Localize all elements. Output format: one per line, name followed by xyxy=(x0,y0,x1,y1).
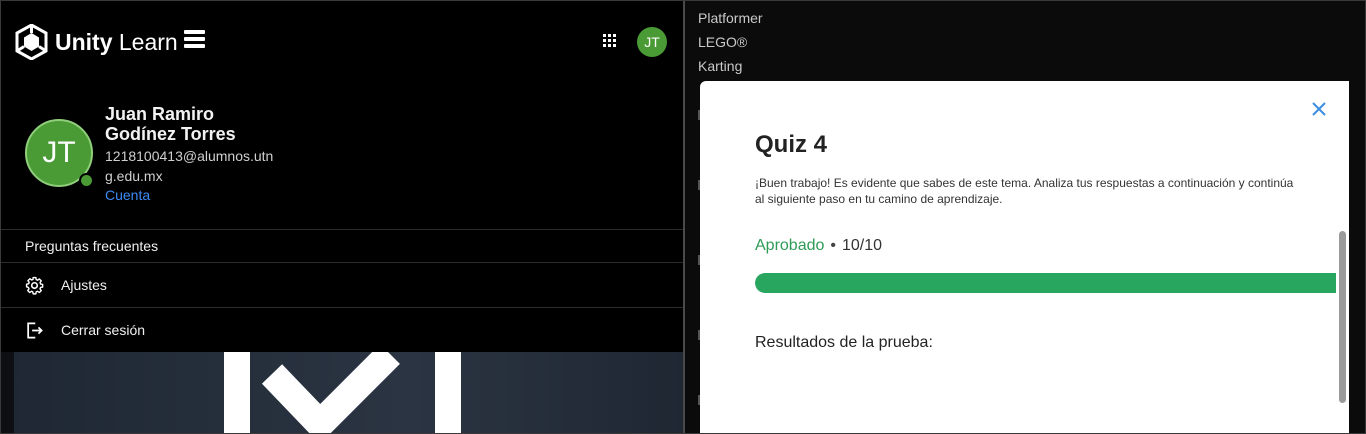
hamburger-icon[interactable] xyxy=(184,30,205,48)
profile-name: Juan Ramiro Godínez Torres xyxy=(105,104,236,144)
account-link[interactable]: Cuenta xyxy=(105,186,150,204)
menu-item-faq[interactable]: Preguntas frecuentes xyxy=(0,229,683,263)
faq-label: Preguntas frecuentes xyxy=(25,238,159,254)
scrollbar-thumb[interactable] xyxy=(1339,231,1346,403)
menu-item-settings[interactable]: Ajustes xyxy=(0,262,683,308)
brand-bold: Unity xyxy=(55,29,113,55)
profile-email: 1218100413@alumnos.utng.edu.mx xyxy=(105,148,274,184)
gear-icon xyxy=(25,276,44,295)
online-status-dot xyxy=(79,173,94,188)
logout-icon xyxy=(27,322,43,339)
quiz-message: ¡Buen trabajo! Es evidente que sabes de … xyxy=(755,176,1294,206)
quiz-title: Quiz 4 xyxy=(755,131,828,158)
nav-item-platformer[interactable]: Platformer xyxy=(698,10,763,26)
top-bar: Unity Learn JT xyxy=(0,0,683,82)
brand-title[interactable]: Unity Learn xyxy=(55,28,178,56)
settings-label: Ajustes xyxy=(61,277,107,293)
logout-label: Cerrar sesión xyxy=(61,322,146,338)
modal-scrollbar[interactable] xyxy=(1336,81,1349,434)
pass-status: Aprobado xyxy=(755,237,825,254)
checkmark-graphic xyxy=(262,352,400,434)
quiz-result-modal: Quiz 4 ¡Buen trabajo! Es evidente que sa… xyxy=(700,81,1349,434)
nav-item-lego[interactable]: LEGO® xyxy=(698,34,747,50)
results-heading: Resultados de la prueba: xyxy=(755,334,933,351)
unity-logo-icon[interactable] xyxy=(15,24,48,60)
score-value: 10/10 xyxy=(842,237,883,254)
score-progress-fill xyxy=(755,273,1349,293)
course-banner-image xyxy=(0,352,683,434)
close-icon[interactable] xyxy=(1309,99,1329,119)
score-line: Aprobado • 10/10 xyxy=(755,237,883,254)
nav-item-karting[interactable]: Karting xyxy=(698,58,742,74)
user-profile: JT Juan Ramiro Godínez Torres 1218100413… xyxy=(0,96,683,230)
score-progress-bar xyxy=(755,273,1349,293)
side-menu-panel: Unity Learn JT JT Juan Ramiro Godínez To… xyxy=(0,0,683,434)
menu-item-logout[interactable]: Cerrar sesión xyxy=(0,307,683,353)
header-avatar[interactable]: JT xyxy=(637,27,667,57)
grid-apps-icon[interactable] xyxy=(603,34,616,47)
banner-shape-right xyxy=(435,352,461,434)
brand-light: Learn xyxy=(112,29,178,55)
banner-shape-left xyxy=(224,352,250,434)
